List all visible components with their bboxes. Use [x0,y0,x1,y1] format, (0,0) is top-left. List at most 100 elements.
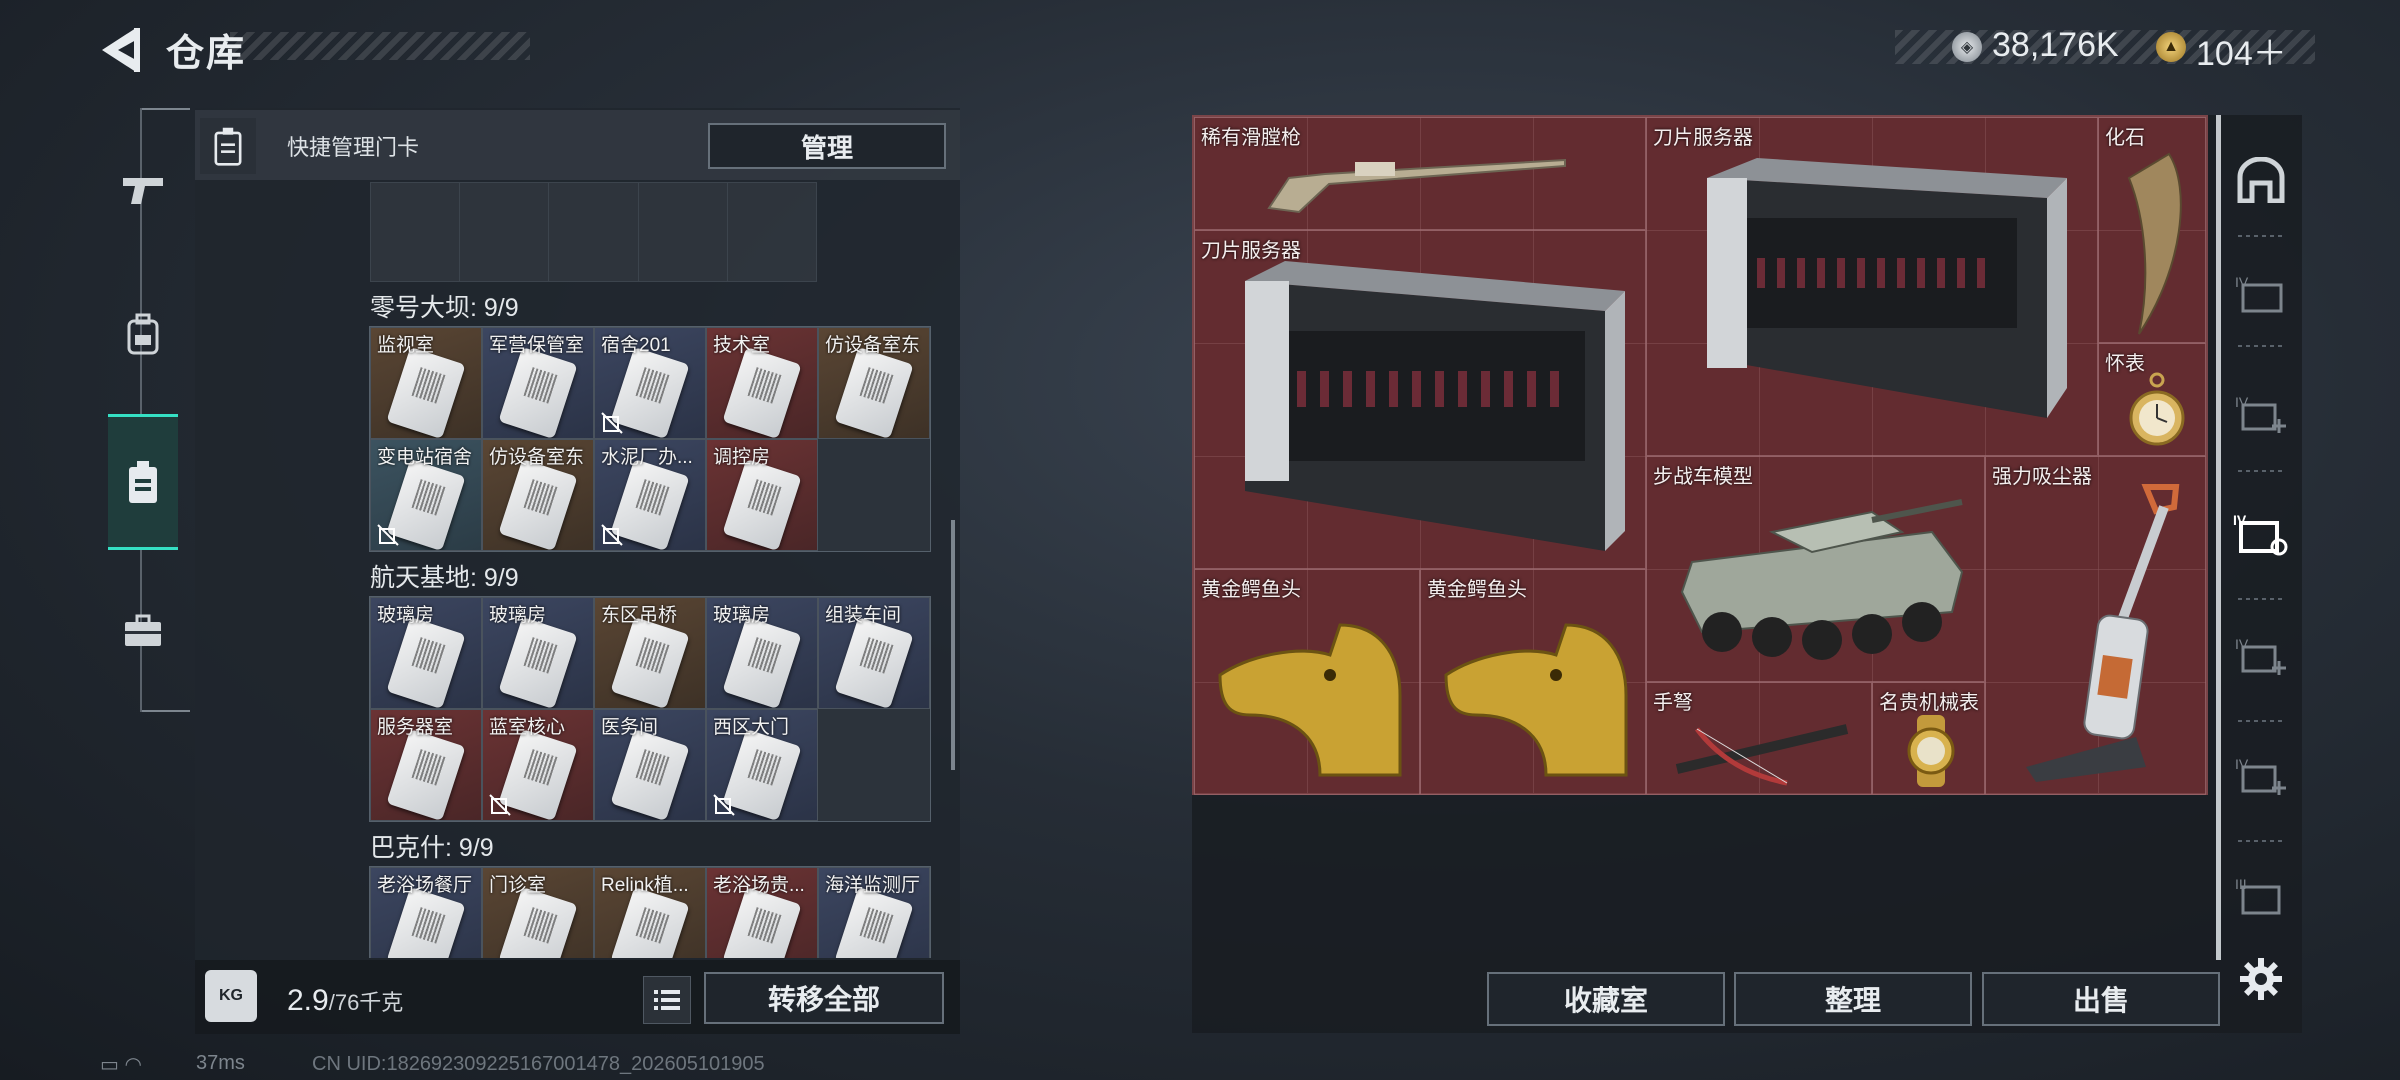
keycard-slot[interactable]: 变电站宿舍 [370,439,482,551]
stash-tab-3[interactable]: III [2226,860,2296,930]
ifv-model-icon [1680,499,1964,660]
stash-tab-add-3[interactable]: IV [2226,740,2296,810]
keycard-image [386,728,466,820]
page-title: 仓库 [166,33,247,75]
stash-item[interactable]: 黄金鳄鱼头 [1420,569,1646,795]
keycard-slot[interactable]: 东区吊桥 [594,597,706,709]
stash-item[interactable]: 化石 [2098,117,2206,343]
keycard-label: 老浴场餐厅 [377,875,473,896]
weight-icon: KG [205,970,257,1022]
manage-button[interactable]: 管理 [708,123,946,169]
keycard-label: 门诊室 [489,875,547,896]
keycard-image [722,616,802,708]
keycard-slot[interactable]: 技术室 [706,327,818,439]
stash-item[interactable]: 步战车模型 [1646,456,1985,682]
stash-item[interactable]: 黄金鳄鱼头 [1194,569,1420,795]
nav-divider [140,710,190,712]
no-entry-icon [713,794,735,816]
keycard-slot[interactable]: 调控房 [706,439,818,551]
title-decoration [230,32,530,60]
keycard-slot[interactable]: 西区大门 [706,709,818,821]
nav-divider [140,108,190,110]
nav-divider [2238,470,2284,472]
musket-icon [1267,158,1566,214]
nav-keycard-tab[interactable] [108,414,178,550]
sort-button[interactable]: 整理 [1734,972,1972,1026]
quick-manage-label: 快捷管理门卡 [287,135,420,160]
nav-case-tab[interactable] [108,596,178,666]
stash-tab-add-1[interactable]: IV [2226,378,2296,448]
keycard-label: 仿设备室东 [489,447,585,468]
keycard-slot[interactable]: 玻璃房 [706,597,818,709]
keycard-slot[interactable]: Relink植... [594,867,706,958]
stash-home-tab[interactable] [2226,145,2296,215]
silver-balance[interactable]: 38,176K [1992,26,2119,65]
keycard-image [722,458,802,550]
sell-button[interactable]: 出售 [1982,972,2220,1026]
list-icon [654,990,680,1010]
group-title-bakesh: 巴克什: 9/9 [370,834,494,862]
collection-room-button[interactable]: 收藏室 [1487,972,1725,1026]
storage-box-icon: III [2235,876,2281,915]
keycard-slot[interactable]: 老浴场餐厅 [370,867,482,958]
keycard-image [834,346,914,438]
keycard-slot[interactable]: 玻璃房 [370,597,482,709]
keycard-slot[interactable]: 军营保管室 [482,327,594,439]
stash-tab-active[interactable]: IV [2226,498,2296,568]
keycard-slot[interactable]: 门诊室 [482,867,594,958]
stash-scrollbar[interactable] [2216,115,2221,960]
luxury-watch-icon [1907,715,1955,787]
keycard-slot[interactable]: 医务间 [594,709,706,821]
keycard-slot[interactable]: 玻璃房 [482,597,594,709]
keycard-image [722,886,802,958]
stash-item[interactable]: 刀片服务器 [1194,230,1646,569]
nav-divider [2238,720,2284,722]
keycard-slot[interactable]: 蓝室核心 [482,709,594,821]
keycard-label: 军营保管室 [489,335,585,356]
back-arrow-icon[interactable] [96,24,144,76]
list-view-button[interactable] [643,976,691,1024]
keycard-grid-bakesh: 老浴场餐厅 门诊室 Relink植... 老浴场贵... 海洋监测厅 [369,866,931,958]
gold-crocodile-head-icon [1218,623,1402,777]
stash-item[interactable]: 名贵机械表 [1872,682,1985,795]
keycard-scrollbar[interactable] [951,520,955,770]
keycard-slot[interactable]: 组装车间 [818,597,930,709]
keycard-label: 变电站宿舍 [377,447,473,468]
vacuum-cleaner-icon [2026,484,2180,782]
stash-item[interactable]: 稀有滑膛枪 [1194,117,1646,230]
settings-button[interactable] [2226,944,2296,1014]
keycard-slot[interactable]: 监视室 [370,327,482,439]
group-title-zero-dam: 零号大坝: 9/9 [370,294,519,322]
keycard-image [498,458,578,550]
keycard-slot[interactable]: 仿设备室东 [818,327,930,439]
keycard-slot[interactable]: 服务器室 [370,709,482,821]
stash-grid[interactable]: 稀有滑膛枪 刀片服务器 化石 刀片服务器 怀表 步战车模型 强力吸尘器 黄金鳄鱼… [1192,115,2208,795]
crossbow-icon [1675,724,1849,786]
keycard-grid-zero-dam: 监视室 军营保管室 宿舍201 技术室 仿设备室东 变电站宿舍 仿设备室东 水泥厂办... 调控… [369,326,931,552]
stash-item[interactable]: 刀片服务器 [1646,117,2098,456]
keycard-slot[interactable]: 海洋监测厅 [818,867,930,958]
briefcase-icon [125,614,161,646]
stash-item[interactable]: 怀表 [2098,343,2206,456]
keycard-label: 西区大门 [713,717,790,738]
backpack-icon [127,313,159,355]
keycard-slot[interactable]: 老浴场贵... [706,867,818,958]
keycard-slot[interactable]: 宿舍201 [594,327,706,439]
nav-weapon-tab[interactable] [108,155,178,225]
uid-readout: CN UID:1826923092251670014​78_2026051019… [312,1053,765,1075]
nav-backpack-tab[interactable] [108,300,178,370]
keycard-list[interactable]: 零号大坝: 9/9 监视室 军营保管室 宿舍201 技术室 仿设备室东 变电站宿舍 仿设备室… [195,182,955,958]
pocket-watch-icon [2129,372,2185,446]
nav-divider [2238,345,2284,347]
stash-item[interactable]: 手弩 [1646,682,1872,795]
group-title-space-base: 航天基地: 9/9 [370,564,519,592]
keycard-label: 玻璃房 [489,605,547,626]
gold-balance[interactable]: 104＋ [2196,26,2287,75]
stash-tab-add-2[interactable]: IV [2226,620,2296,690]
keycard-slot[interactable]: 仿设备室东 [482,439,594,551]
stash-tab-4[interactable]: IV [2226,258,2296,328]
transfer-all-button[interactable]: 转移全部 [704,972,944,1024]
keycard-image [386,616,466,708]
keycard-slot[interactable]: 水泥厂办... [594,439,706,551]
stash-item[interactable]: 强力吸尘器 [1985,456,2206,795]
